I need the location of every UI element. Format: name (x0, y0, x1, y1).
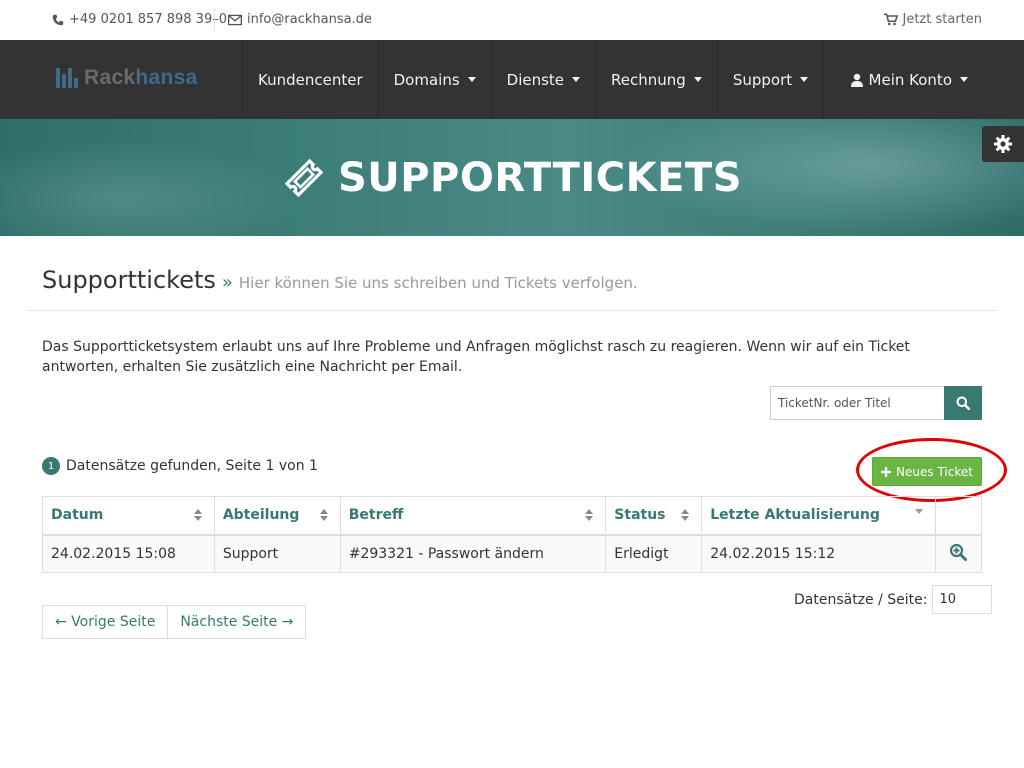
cell-view (934, 534, 983, 573)
result-count-text: Datensätze gefunden, Seite 1 von 1 (66, 458, 318, 474)
column-header-actions (934, 496, 983, 536)
search-icon (956, 396, 970, 410)
ticket-icon (284, 158, 324, 198)
settings-button[interactable] (982, 126, 1024, 162)
page-title: Supporttickets (42, 266, 216, 294)
cell-letzte-aktualisierung: 24.02.2015 15:12 (701, 534, 936, 573)
nav-item-label: Kundencenter (258, 70, 363, 89)
page-subtitle: Hier können Sie uns schreiben und Ticket… (238, 274, 638, 292)
get-started-label: Jetzt starten (902, 12, 983, 27)
sort-icon (585, 509, 594, 521)
main-navbar: Rack hansa Kundencenter Domains Dienste R… (0, 40, 1024, 119)
cart-icon (883, 13, 898, 26)
page-header: Supporttickets » Hier können Sie uns sch… (42, 266, 638, 294)
sort-icon (319, 509, 328, 521)
caret-down-icon (572, 77, 581, 82)
top-bar: +49 0201 857 898 39–0 info@rackhansa.de … (0, 0, 1024, 40)
hero-title: SUPPORTTICKETS (0, 155, 1024, 201)
account-menu[interactable]: Mein Konto (850, 40, 968, 119)
nav-item-label: Rechnung (611, 70, 686, 89)
result-count: 1 Datensätze gefunden, Seite 1 von 1 (42, 457, 318, 475)
nav-item-rechnung[interactable]: Rechnung (596, 40, 718, 119)
plus-icon (881, 466, 892, 477)
cell-abteilung: Support (213, 534, 341, 573)
nav-item-support[interactable]: Support (718, 40, 825, 119)
records-per-page-label: Datensätze / Seite: (794, 591, 928, 608)
nav-item-kundencenter[interactable]: Kundencenter (243, 40, 379, 119)
account-label: Mein Konto (868, 70, 952, 89)
hero-banner: SUPPORTTICKETS (0, 119, 1024, 236)
column-header-label: Betreff (348, 507, 404, 524)
cell-datum: 24.02.2015 15:08 (42, 534, 215, 573)
pagination: ← Vorige Seite Nächste Seite → (42, 605, 307, 639)
logo-text-rack: Rack (84, 66, 136, 89)
column-header-label: Status (614, 507, 666, 524)
records-per-page-select[interactable]: 10 (931, 585, 992, 614)
cell-status: Erledigt (605, 534, 703, 573)
phone-number: +49 0201 857 898 39–0 (69, 12, 227, 27)
result-count-badge: 1 (42, 457, 60, 475)
tickets-table: Datum Abteilung Betreff Status Letzte Ak… (42, 496, 983, 573)
intro-text: Das Supportticketsystem erlaubt uns auf … (42, 339, 910, 375)
sort-desc-icon (914, 509, 923, 514)
topbar-divider (214, 8, 215, 32)
caret-down-icon (693, 77, 702, 82)
column-header-label: Datum (51, 507, 104, 524)
email-address: info@rackhansa.de (247, 12, 372, 27)
nav-item-domains[interactable]: Domains (379, 40, 492, 119)
column-header-letzte-aktualisierung[interactable]: Letzte Aktualisierung (701, 496, 936, 536)
nav-item-dienste[interactable]: Dienste (492, 40, 597, 119)
cell-betreff-link[interactable]: #293321 - Passwort ändern (339, 534, 607, 573)
search-button[interactable] (944, 386, 982, 420)
records-per-page: Datensätze / Seite: 10 (794, 585, 992, 614)
nav-item-label: Domains (393, 70, 460, 89)
sort-icon (681, 509, 690, 521)
table-row[interactable]: 24.02.2015 15:08 Support #293321 - Passw… (42, 534, 983, 573)
column-header-status[interactable]: Status (605, 496, 703, 536)
breadcrumb-separator: » (221, 272, 233, 293)
column-header-betreff[interactable]: Betreff (339, 496, 607, 536)
logo-mark-icon (56, 68, 78, 88)
phone-link[interactable]: +49 0201 857 898 39–0 (52, 12, 227, 27)
phone-icon (52, 14, 64, 25)
table-header-row: Datum Abteilung Betreff Status Letzte Ak… (42, 496, 983, 536)
nav-item-label: Support (732, 70, 793, 89)
nav-menu: Kundencenter Domains Dienste Rechnung Su… (242, 40, 825, 119)
sort-icon (193, 509, 202, 521)
column-header-label: Letzte Aktualisierung (710, 507, 880, 524)
logo[interactable]: Rack hansa (56, 66, 198, 90)
previous-page-button[interactable]: ← Vorige Seite (42, 605, 169, 639)
nav-item-label: Dienste (506, 70, 565, 89)
column-header-datum[interactable]: Datum (42, 496, 215, 536)
caret-down-icon (960, 77, 968, 82)
get-started-link[interactable]: Jetzt starten (883, 12, 983, 27)
zoom-in-icon[interactable] (949, 543, 968, 561)
gear-icon (994, 135, 1012, 153)
caret-down-icon (800, 77, 809, 82)
hero-title-text: SUPPORTTICKETS (337, 155, 743, 201)
email-link[interactable]: info@rackhansa.de (228, 12, 372, 27)
caret-down-icon (467, 77, 476, 82)
new-ticket-label: Neues Ticket (896, 464, 973, 479)
search-input[interactable] (770, 386, 944, 420)
user-icon (850, 73, 863, 87)
ticket-search (770, 386, 982, 420)
header-divider (27, 310, 997, 311)
new-ticket-button[interactable]: Neues Ticket (872, 457, 982, 486)
next-page-button[interactable]: Nächste Seite → (168, 605, 307, 639)
logo-text-hansa: hansa (135, 66, 198, 89)
column-header-abteilung[interactable]: Abteilung (213, 496, 341, 536)
column-header-label: Abteilung (222, 507, 300, 524)
envelope-icon (228, 14, 242, 25)
